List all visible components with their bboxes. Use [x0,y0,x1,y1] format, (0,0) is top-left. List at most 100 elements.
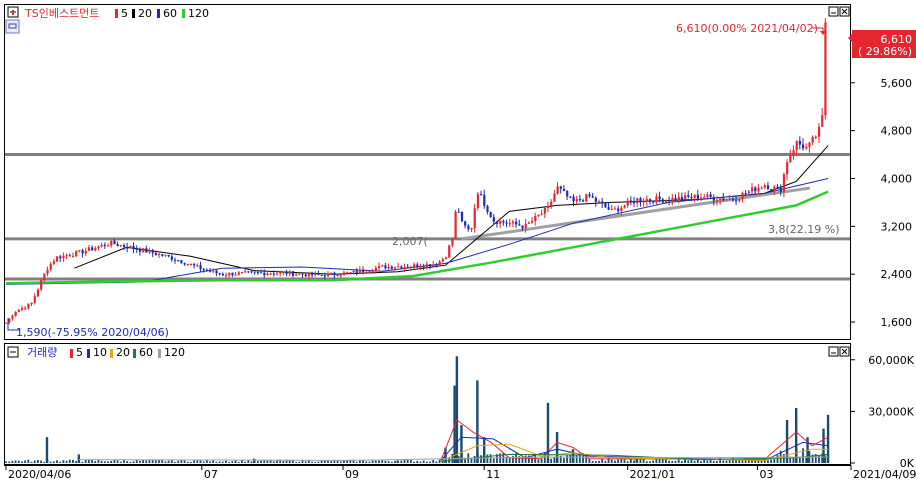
candle-body [100,244,103,247]
volume-bar [406,459,409,463]
low-price-label: 1,590(-75.95% 2020/04/06) [16,326,169,339]
volume-bar [754,460,757,463]
volume-bar [435,461,438,463]
volume-bar [260,460,262,463]
volume-panel-frame [4,343,851,465]
candle-body [40,280,43,290]
candle-body [473,208,476,229]
candle-body [601,201,604,204]
candle-body [263,272,266,276]
candle-body [645,199,648,202]
volume-bar [550,458,553,463]
volume-bar [591,461,594,463]
volume-bar [119,461,122,463]
candle-body [11,315,14,319]
volume-bar [49,461,52,463]
volume-bar [209,461,211,463]
candle-body [706,194,709,198]
candle-body [36,289,40,297]
time-tick-label: 03 [759,468,773,481]
candle-body [652,200,655,203]
candle-body [65,255,68,257]
candle-body [275,273,279,275]
volume-bar [429,461,431,463]
volume-bar [81,461,84,463]
candle-body [633,201,636,203]
candle-body [14,311,17,316]
candle-body [378,266,381,268]
candle-body [266,273,269,276]
candle-body [464,221,467,226]
volume-bar [190,461,192,463]
volume-bar [680,461,683,463]
volume-spike-bar [546,402,550,463]
candle-body [323,275,327,277]
candle-body [677,196,680,201]
candle-body [508,223,511,225]
volume-spike-bar [794,407,798,463]
volume-bar [272,461,275,463]
candle-body [314,273,317,276]
volume-tick-label: 60,000K [868,354,914,367]
candle-body [626,200,629,206]
candle-body [59,256,62,259]
candle-body [81,250,84,254]
volume-bar [68,459,71,463]
panel-settings-icon[interactable] [5,19,20,34]
volume-bar [633,460,635,463]
volume-bar [87,459,90,463]
candle-body [381,265,384,267]
candle-body [416,264,419,268]
candle-body [419,266,422,268]
candle-body [193,263,196,266]
volume-minimize-icon[interactable] [828,346,839,357]
candle-body [326,273,330,277]
volume-bar [719,457,722,463]
price-tick-label: 4,000 [881,172,913,185]
volume-bar [14,460,17,463]
candle-body [43,273,46,281]
legend-vma5-label: 5 [76,346,83,359]
candle-body [295,274,298,276]
candle-body [817,126,821,137]
volume-bar [202,461,205,463]
volume-bar [186,461,189,463]
candle-body [365,271,368,273]
volume-bar [728,460,731,463]
volume-bar [645,461,648,463]
volume-bar [598,460,600,463]
volume-bar [394,460,396,463]
candle-body [145,248,148,253]
volume-bar [123,460,125,463]
volume-bar [419,461,422,463]
volume-bar [687,460,690,463]
volume-bar [100,460,103,463]
candle-body [113,240,116,245]
candle-body [808,142,811,147]
volume-bar [378,460,380,463]
candle-body [693,194,696,198]
candle-body [24,308,27,310]
candle-body [5,322,8,324]
volume-bar [617,459,620,463]
candle-body [524,223,527,229]
volume-bar [138,460,141,463]
candle-body [805,146,808,149]
candle-body [454,211,457,239]
volume-bar [553,457,556,463]
candle-body [610,209,613,211]
volume-spike-bar [785,419,789,463]
candle-body [719,198,722,201]
time-tick-label: 2021/01 [630,468,676,481]
candle-body [572,196,575,202]
candle-body [429,264,432,267]
candle-body [537,214,540,217]
volume-bar [151,459,154,463]
price-minimize-icon[interactable] [828,6,839,17]
candle-body [444,257,448,259]
candle-body [779,187,782,192]
candle-body [680,196,684,200]
candle-body [304,274,307,277]
candle-body [575,198,578,202]
volume-bar [193,460,195,463]
